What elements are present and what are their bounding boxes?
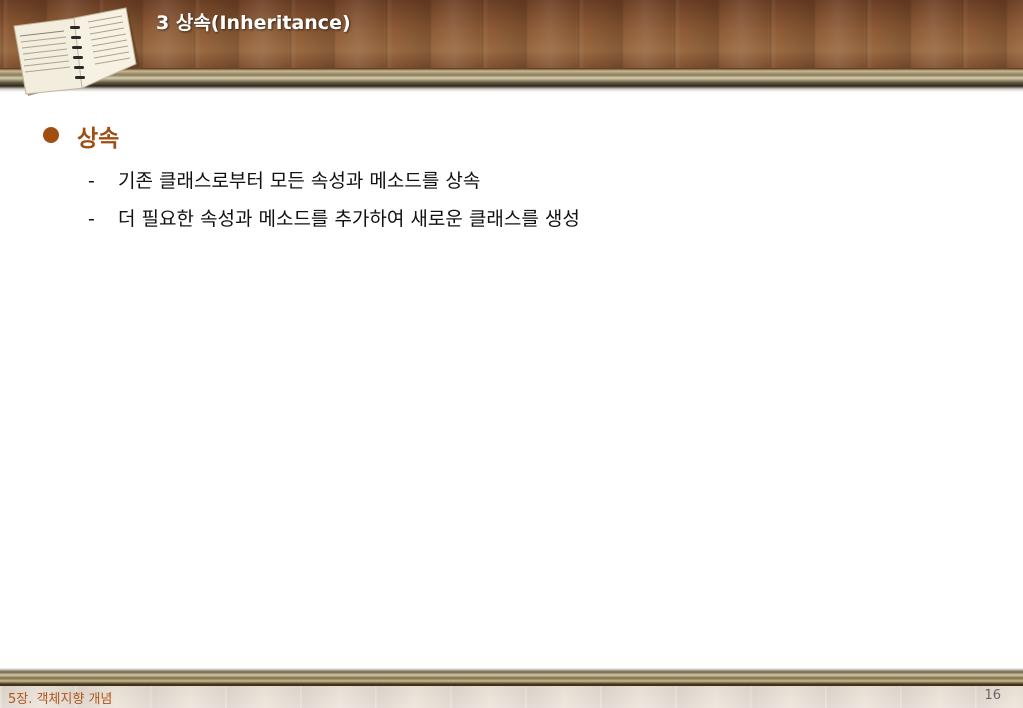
slide-title: 3 상속(Inheritance) [156, 12, 351, 34]
bullet-dot-icon [43, 127, 59, 143]
header-rail [0, 68, 1023, 92]
bullet-heading: 상속 [77, 126, 120, 152]
header-wood-band [0, 0, 1023, 72]
sub-item: - 기존 클래스로부터 모든 속성과 메소드를 상속 [88, 166, 480, 193]
footer-band [0, 686, 1023, 708]
sub-item-text: 더 필요한 속성과 메소드를 추가하여 새로운 클래스를 생성 [118, 208, 580, 230]
sub-item: - 더 필요한 속성과 메소드를 추가하여 새로운 클래스를 생성 [88, 204, 580, 231]
footer-chapter: 5장. 객체지향 개념 [8, 692, 113, 707]
dash-marker: - [88, 208, 95, 230]
sub-item-text: 기존 클래스로부터 모든 속성과 메소드를 상속 [118, 170, 481, 192]
page-number: 16 [984, 688, 1001, 703]
open-book-icon [8, 4, 143, 100]
footer-rail [0, 668, 1023, 686]
dash-marker: - [88, 170, 95, 192]
